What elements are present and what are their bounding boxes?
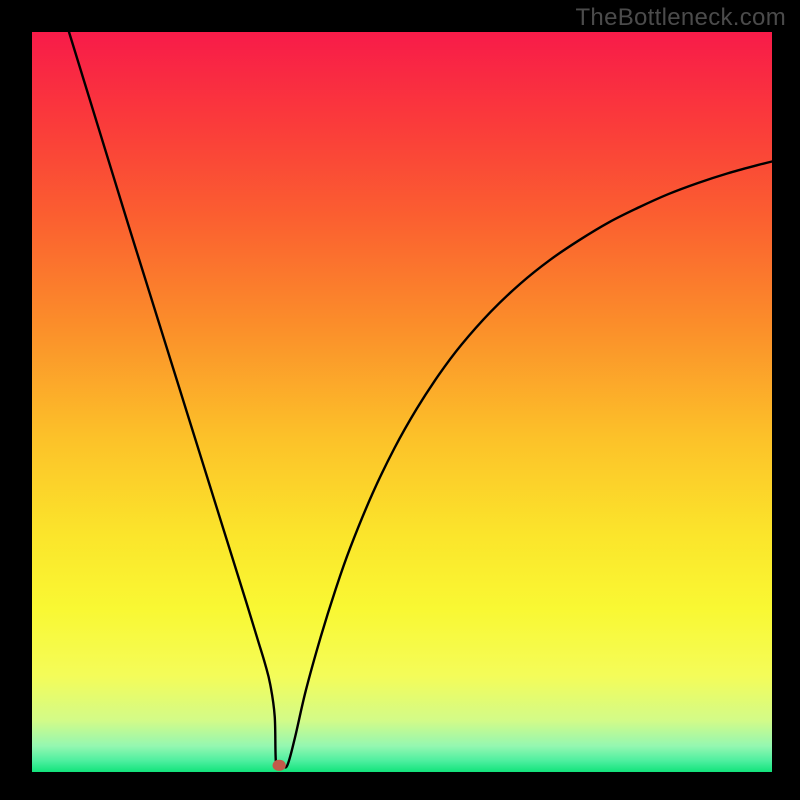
plot-background [32, 32, 772, 772]
chart-frame: TheBottleneck.com [0, 0, 800, 800]
watermark-text: TheBottleneck.com [575, 4, 786, 32]
bottleneck-marker [273, 760, 286, 771]
bottleneck-chart [0, 0, 800, 800]
